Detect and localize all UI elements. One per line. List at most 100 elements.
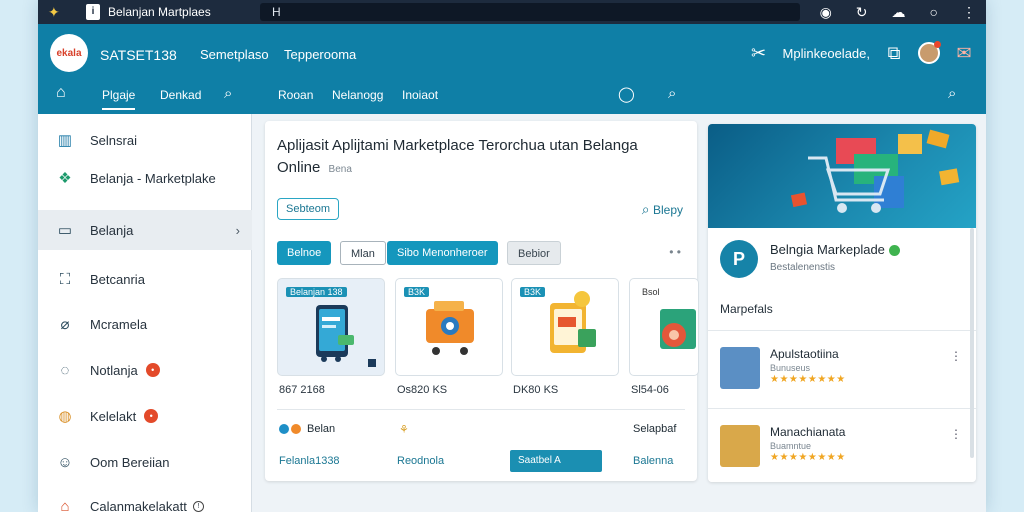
- section-chip[interactable]: Sebteom: [277, 198, 340, 220]
- filter-chip-1[interactable]: Belnoe: [277, 241, 332, 265]
- store-link-2[interactable]: Reodnola: [397, 455, 444, 467]
- scrollbar[interactable]: [970, 228, 974, 458]
- cloud-icon[interactable]: ☁: [892, 4, 906, 21]
- product-price-1: 867 2168: [279, 384, 325, 396]
- buy-button[interactable]: Saatbel A: [510, 450, 602, 472]
- product-card-1[interactable]: Belanjan 138: [277, 278, 385, 376]
- sidebar-item-7[interactable]: ◍ Kelelakt •: [38, 396, 252, 436]
- footer-right: Selapbaf: [633, 423, 676, 435]
- main-panel: Aplijasit Aplijtami Marketplace Terorchu…: [265, 121, 699, 481]
- divider: [277, 409, 685, 410]
- filter-chip-3[interactable]: Sibo Menonheroer: [387, 241, 498, 265]
- search-icon-3[interactable]: ⌕: [948, 85, 956, 102]
- notification-badge: •: [145, 363, 160, 377]
- verified-icon: [888, 245, 900, 257]
- chart-icon: ▥: [57, 132, 73, 149]
- bag-icon: ⛶: [59, 270, 71, 288]
- header-right-label[interactable]: Mplinkeoelade,: [783, 46, 870, 61]
- product-card-4[interactable]: Bsol: [629, 278, 699, 376]
- nav-tab-1[interactable]: Plgaje: [102, 88, 136, 110]
- nav-tab-3[interactable]: Rooan: [278, 88, 313, 102]
- address-bar[interactable]: H: [260, 3, 800, 21]
- brand-logo[interactable]: ekala: [50, 34, 88, 72]
- product-thumbnail: [720, 347, 760, 389]
- more-vert-icon[interactable]: ⋮: [950, 349, 962, 363]
- sidebar-item-label: Calanmakelakatt: [90, 498, 187, 512]
- app-header: ekala SATSET138 Semetplaso Tepperooma ✂ …: [38, 24, 986, 114]
- product-name: Apulstaotiina: [770, 347, 839, 361]
- sidebar-item-4[interactable]: ⛶ Betcanria: [38, 259, 252, 299]
- avatar[interactable]: [918, 41, 941, 64]
- target-icon[interactable]: ◉: [820, 4, 832, 21]
- home-icon[interactable]: ⌂: [56, 84, 66, 102]
- product-card-3[interactable]: B3K: [511, 278, 619, 376]
- brand-name[interactable]: SATSET138: [100, 47, 177, 63]
- coin-icon: ⚘: [399, 424, 409, 436]
- product-seller: Bunuseus: [770, 363, 811, 373]
- filter-chip-4[interactable]: Bebior: [507, 241, 561, 265]
- header-link-1[interactable]: Semetplaso: [200, 47, 269, 62]
- rating-stars: ★★★★★★★★: [770, 452, 846, 463]
- header-link-2[interactable]: Tepperooma: [284, 47, 356, 62]
- chat-icon[interactable]: ◯: [618, 85, 635, 103]
- nav-tab-2[interactable]: Denkad: [160, 88, 201, 102]
- card-tag: B3K: [404, 287, 430, 297]
- list-item[interactable]: Apulstaotiina Bunuseus ★★★★★★★★ ⋮: [708, 330, 976, 406]
- main-nav: ⌂ Plgaje Denkad ⌕ Rooan Nelanogg Inoiaot…: [38, 80, 986, 114]
- store-subtitle: Bestalenenstis: [770, 262, 836, 273]
- circle-icon[interactable]: ○: [930, 4, 938, 20]
- store-logo[interactable]: P: [720, 240, 758, 278]
- search-icon[interactable]: ⌕: [224, 85, 232, 102]
- product-card-2[interactable]: B3K: [395, 278, 503, 376]
- footer-label: Belan: [307, 423, 336, 435]
- card-tag: Belanjan 138: [286, 287, 347, 297]
- footer-right-label: Selapbaf: [633, 423, 677, 435]
- sidebar-item-8[interactable]: ☺ Oom Bereiian: [38, 442, 252, 482]
- product-price-2: Os820 KS: [397, 384, 448, 396]
- menu-icon[interactable]: ⋮: [962, 4, 976, 21]
- product-price-4: Sl54-06: [631, 384, 669, 396]
- sidebar-item-label: Belanja - Marketplake: [90, 170, 216, 186]
- sidebar-item-3[interactable]: ▭ Belanja ›: [38, 210, 252, 250]
- calendar-icon: ▭: [57, 222, 73, 239]
- sidebar: ▥ Selnsrai ❖ Belanja - Marketplake ▭ Bel…: [38, 114, 252, 512]
- filter-chip-2[interactable]: Mlan: [340, 241, 386, 265]
- page-title: Aplijasit Aplijtami Marketplace Terorchu…: [277, 135, 677, 181]
- product-seller: Buamntue: [770, 441, 812, 451]
- search-link[interactable]: ⌕ Blepy: [642, 201, 683, 218]
- share-icon[interactable]: ⧉: [884, 43, 904, 64]
- sidebar-item-label: Oom Bereiian: [90, 454, 170, 470]
- chart-icon: ◍: [58, 408, 72, 425]
- search-icon: ⌕: [641, 201, 650, 217]
- product-name: Manachianata: [770, 425, 846, 439]
- more-vert-icon[interactable]: ⋮: [950, 427, 962, 441]
- chat-icon: ◌: [60, 361, 70, 379]
- search-icon-2[interactable]: ⌕: [668, 85, 676, 102]
- browser-tab-title[interactable]: Belanjan Martplaes: [108, 5, 258, 19]
- refresh-icon[interactable]: ↻: [856, 4, 868, 21]
- favicon-icon: i: [86, 4, 100, 20]
- info-icon: !: [192, 500, 204, 512]
- search-link-label: Blepy: [652, 203, 683, 217]
- nav-tab-5[interactable]: Inoiaot: [402, 88, 438, 102]
- rating-stars: ★★★★★★★★: [770, 374, 846, 385]
- sidebar-item-1[interactable]: ▥ Selnsrai: [38, 120, 252, 160]
- sidebar-item-2[interactable]: ❖ Belanja - Marketplake: [38, 158, 252, 198]
- sidebar-item-label: Notlanja: [90, 362, 138, 378]
- sidebar-item-label: Kelelakt: [90, 408, 137, 424]
- sidebar-item-5[interactable]: ⌀ Mcramela: [38, 304, 252, 344]
- gift-icon[interactable]: ✉: [954, 43, 974, 64]
- more-icon[interactable]: • •: [669, 245, 681, 259]
- store-link-3[interactable]: Balenna: [633, 455, 673, 467]
- list-item[interactable]: Manachianata Buamntue ★★★★★★★★ ⋮: [708, 408, 976, 482]
- store-name[interactable]: Belngia Markeplade: [770, 242, 900, 257]
- sidebar-item-9[interactable]: ⌂ Calanmakelakatt !: [38, 486, 252, 512]
- nav-tab-4[interactable]: Nelanogg: [332, 88, 383, 102]
- card-tag: B3K: [520, 287, 546, 297]
- sidebar-item-6[interactable]: ◌ Notlanja •: [38, 350, 252, 390]
- tools-icon[interactable]: ✂: [749, 43, 769, 64]
- sidebar-item-label: Betcanria: [90, 271, 145, 287]
- sidebar-item-label: Mcramela: [90, 316, 148, 332]
- store-link-1[interactable]: Felanla1338: [279, 455, 340, 467]
- tag-icon: ⌀: [60, 316, 70, 333]
